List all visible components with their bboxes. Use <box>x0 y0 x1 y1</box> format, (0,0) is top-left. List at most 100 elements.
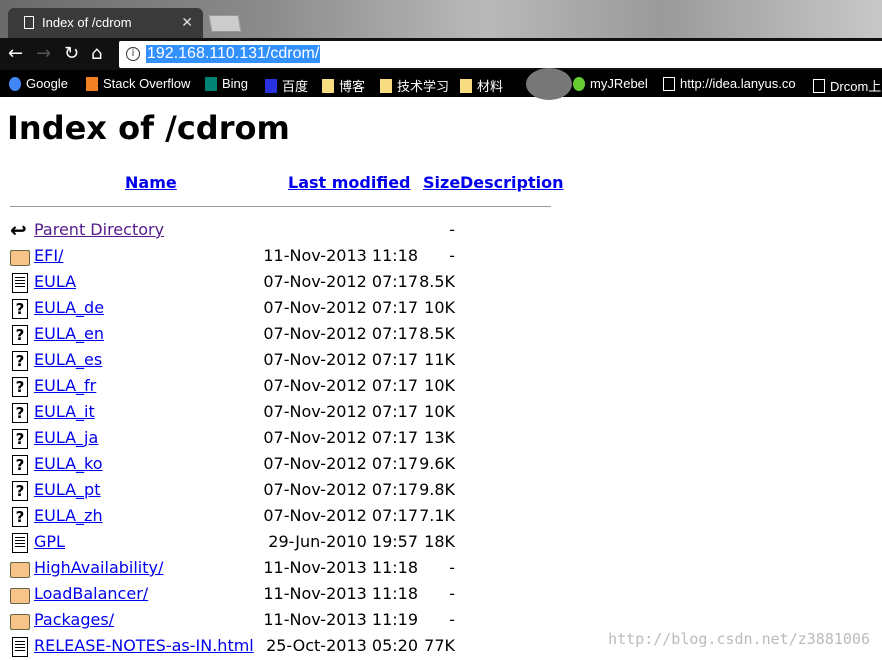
modified-date: 11-Nov-2013 11:18 <box>263 246 418 265</box>
file-size: 10K <box>424 298 455 317</box>
file-size: 9.8K <box>419 480 455 499</box>
modified-date: 07-Nov-2012 07:17 <box>263 272 418 291</box>
file-link[interactable]: EFI/ <box>34 246 63 265</box>
bookmark-idea[interactable]: http://idea.lanyus.co <box>663 76 796 91</box>
file-size: - <box>449 246 455 265</box>
sort-modified-link[interactable]: Last modified <box>288 173 411 192</box>
sort-name-link[interactable]: Name <box>125 173 177 192</box>
modified-date: 07-Nov-2012 07:17 <box>263 298 418 317</box>
table-row: GPL 29-Jun-2010 19:57 18K <box>0 530 560 556</box>
file-link[interactable]: Packages/ <box>34 610 114 629</box>
folder-icon <box>460 78 472 93</box>
divider <box>10 206 551 207</box>
bookmark-blog[interactable]: 博客 <box>322 76 365 95</box>
folder-icon <box>10 562 30 578</box>
file-link[interactable]: EULA <box>34 272 76 291</box>
file-link[interactable]: EULA_fr <box>34 376 96 395</box>
folder-icon <box>10 588 30 604</box>
modified-date: 11-Nov-2013 11:18 <box>263 584 418 603</box>
forward-icon[interactable]: → <box>36 43 51 64</box>
folder-icon <box>322 78 334 93</box>
table-row: Packages/ 11-Nov-2013 11:19 - <box>0 608 560 634</box>
page-icon <box>813 78 825 93</box>
page-icon <box>663 76 675 91</box>
stackoverflow-icon <box>86 76 98 91</box>
text-file-icon <box>12 273 28 293</box>
text-file-icon <box>12 533 28 553</box>
bookmark-tech[interactable]: 技术学习 <box>380 76 449 95</box>
page-title: Index of /cdrom <box>7 109 290 147</box>
browser-tab[interactable]: Index of /cdrom ✕ <box>8 8 203 38</box>
unknown-file-icon: ? <box>12 351 28 371</box>
table-row: ? EULA_pt 07-Nov-2012 07:17 9.8K <box>0 478 560 504</box>
file-link[interactable]: EULA_de <box>34 298 104 317</box>
back-icon: ↩ <box>10 218 27 242</box>
file-size: - <box>449 610 455 629</box>
watermark: http://blog.csdn.net/z3881006 <box>608 630 870 648</box>
file-size: 8.5K <box>419 324 455 343</box>
sort-size-link[interactable]: Size <box>423 173 460 192</box>
bookmark-baidu[interactable]: 百度 <box>265 76 308 95</box>
modified-date: 11-Nov-2013 11:19 <box>263 610 418 629</box>
file-link[interactable]: RELEASE-NOTES-as-IN.html <box>34 636 254 655</box>
back-icon[interactable]: ← <box>8 43 23 64</box>
page-icon <box>24 16 34 29</box>
file-link[interactable]: EULA_pt <box>34 480 100 499</box>
table-row: RELEASE-NOTES-as-IN.html 25-Oct-2013 05:… <box>0 634 560 660</box>
file-link[interactable]: EULA_it <box>34 402 95 421</box>
file-link[interactable]: EULA_ja <box>34 428 98 447</box>
bing-icon <box>205 76 217 91</box>
table-row: HighAvailability/ 11-Nov-2013 11:18 - <box>0 556 560 582</box>
file-size: 7.1K <box>419 506 455 525</box>
bookmark-myjrebel[interactable]: myJRebel <box>573 76 648 91</box>
modified-date: 07-Nov-2012 07:17 <box>263 324 418 343</box>
close-tab-icon[interactable]: ✕ <box>181 14 193 31</box>
modified-date: 07-Nov-2012 07:17 <box>263 350 418 369</box>
file-link[interactable]: Parent Directory <box>34 220 164 239</box>
table-row: ? EULA_de 07-Nov-2012 07:17 10K <box>0 296 560 322</box>
table-row: ? EULA_fr 07-Nov-2012 07:17 10K <box>0 374 560 400</box>
bookmark-stackoverflow[interactable]: Stack Overflow <box>86 76 190 91</box>
table-row: ↩ Parent Directory - <box>0 218 560 244</box>
folder-icon <box>10 614 30 630</box>
info-icon[interactable]: i <box>126 47 140 61</box>
bookmark-drcom[interactable]: Drcom上 <box>813 76 881 95</box>
file-size: 13K <box>424 428 455 447</box>
file-size: 10K <box>424 402 455 421</box>
sort-description-link[interactable]: Description <box>460 173 563 192</box>
tab-title: Index of /cdrom <box>42 15 132 30</box>
file-link[interactable]: HighAvailability/ <box>34 558 163 577</box>
unknown-file-icon: ? <box>12 403 28 423</box>
file-link[interactable]: GPL <box>34 532 65 551</box>
file-size: - <box>449 220 455 239</box>
table-row: ? EULA_ko 07-Nov-2012 07:17 9.6K <box>0 452 560 478</box>
file-link[interactable]: EULA_zh <box>34 506 103 525</box>
modified-date: 07-Nov-2012 07:17 <box>263 480 418 499</box>
modified-date: 29-Jun-2010 19:57 <box>268 532 418 551</box>
address-bar[interactable]: i 192.168.110.131/cdrom/ <box>119 41 882 68</box>
bookmark-bing[interactable]: Bing <box>205 76 248 91</box>
unknown-file-icon: ? <box>12 455 28 475</box>
redacted-area <box>526 68 572 100</box>
unknown-file-icon: ? <box>12 299 28 319</box>
unknown-file-icon: ? <box>12 377 28 397</box>
new-tab-button[interactable] <box>208 15 242 32</box>
bookmark-materials[interactable]: 材料 <box>460 76 503 95</box>
reload-icon[interactable]: ↻ <box>64 43 79 64</box>
text-file-icon <box>12 637 28 657</box>
file-link[interactable]: LoadBalancer/ <box>34 584 148 603</box>
url-text[interactable]: 192.168.110.131/cdrom/ <box>146 45 321 63</box>
table-row: LoadBalancer/ 11-Nov-2013 11:18 - <box>0 582 560 608</box>
file-link[interactable]: EULA_en <box>34 324 104 343</box>
table-row: ? EULA_en 07-Nov-2012 07:17 8.5K <box>0 322 560 348</box>
home-icon[interactable]: ⌂ <box>91 43 102 64</box>
modified-date: 07-Nov-2012 07:17 <box>263 402 418 421</box>
bookmark-google[interactable]: Google <box>9 76 68 91</box>
unknown-file-icon: ? <box>12 325 28 345</box>
file-size: 18K <box>424 532 455 551</box>
file-link[interactable]: EULA_es <box>34 350 102 369</box>
file-size: - <box>449 584 455 603</box>
file-link[interactable]: EULA_ko <box>34 454 103 473</box>
unknown-file-icon: ? <box>12 507 28 527</box>
folder-icon <box>10 250 30 266</box>
